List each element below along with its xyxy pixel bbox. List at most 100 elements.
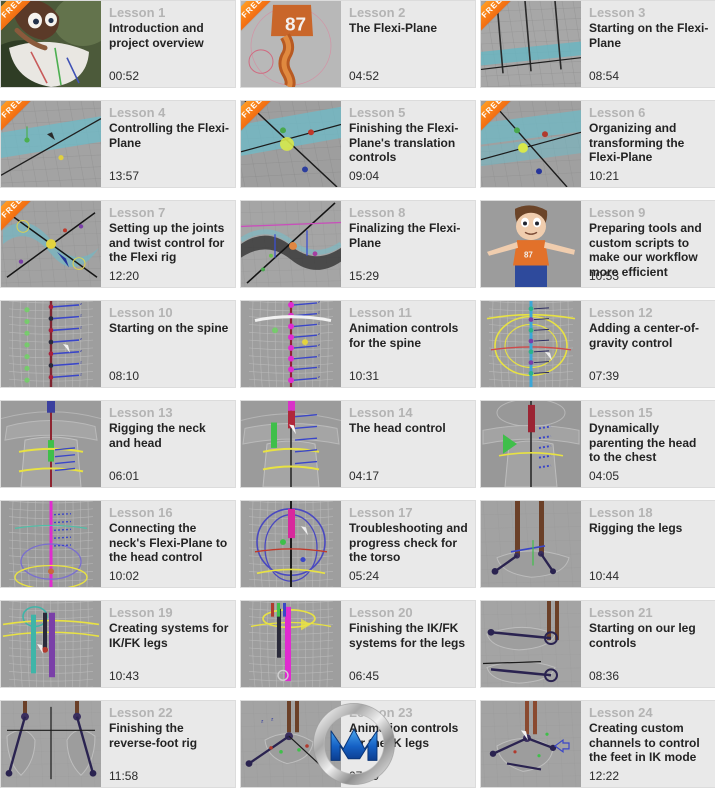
- lesson-title[interactable]: Introduction and project overview: [109, 21, 229, 50]
- lesson-card[interactable]: FREE Lesson 4 Controlling the Flexi-Plane 1…: [0, 100, 236, 188]
- lesson-card[interactable]: FREE Lesson 1 Introduction and project ove…: [0, 0, 236, 88]
- lesson-number: Lesson 13: [109, 405, 173, 420]
- lesson-title[interactable]: Rigging the legs: [589, 521, 709, 536]
- lesson-card[interactable]: Lesson 17 Troubleshooting and progress ch…: [240, 500, 476, 588]
- lesson-duration: 04:52: [349, 69, 380, 83]
- lesson-title[interactable]: Animation controls for the spine: [349, 321, 469, 350]
- lesson-thumbnail: [481, 701, 581, 787]
- lesson-card[interactable]: Lesson 16 Connecting the neck's Flexi-Pla…: [0, 500, 236, 588]
- lesson-card[interactable]: Lesson 21 Starting on our leg controls 08:…: [480, 600, 715, 688]
- lesson-thumbnail: [241, 501, 341, 587]
- lesson-card[interactable]: Lesson 14 The head control 04:17: [240, 400, 476, 488]
- lesson-title[interactable]: Troubleshooting and progress check for t…: [349, 521, 469, 565]
- lesson-duration: 10:53: [589, 269, 620, 283]
- lesson-thumbnail-wrapper[interactable]: [1, 701, 101, 787]
- lesson-card[interactable]: 87 FREE Lesson 2 The Flexi-Plane 04:52: [240, 0, 476, 88]
- lesson-thumbnail-wrapper[interactable]: [241, 601, 341, 687]
- lesson-title[interactable]: Starting on the Flexi-Plane: [589, 21, 709, 50]
- lesson-card[interactable]: Lesson 22 Finishing the reverse-foot rig 1…: [0, 700, 236, 788]
- lesson-thumbnail-wrapper[interactable]: [1, 601, 101, 687]
- lesson-title[interactable]: The Flexi-Plane: [349, 21, 469, 36]
- lesson-card[interactable]: FREE Lesson 3 Starting on the Flexi-Plane 0…: [480, 0, 715, 88]
- lesson-number: Lesson 20: [349, 605, 413, 620]
- lesson-title[interactable]: Controlling the Flexi-Plane: [109, 121, 229, 150]
- lesson-thumbnail: zz: [241, 701, 341, 787]
- lesson-title[interactable]: Finishing the Flexi-Plane's translation …: [349, 121, 469, 165]
- lesson-number: Lesson 6: [589, 105, 646, 120]
- lesson-title[interactable]: Adding a center-of-gravity control: [589, 321, 709, 350]
- lesson-meta: Lesson 22 Finishing the reverse-foot rig 1…: [101, 701, 235, 787]
- lesson-meta: Lesson 6 Organizing and transforming the …: [581, 101, 715, 187]
- lesson-number: Lesson 24: [589, 705, 653, 720]
- lesson-thumbnail-wrapper[interactable]: [1, 501, 101, 587]
- lesson-duration: 07:39: [589, 369, 620, 383]
- lesson-title[interactable]: Creating custom channels to control the …: [589, 721, 709, 765]
- lesson-thumbnail-wrapper[interactable]: FREE: [241, 101, 341, 187]
- lesson-number: Lesson 2: [349, 5, 406, 20]
- lesson-title[interactable]: Connecting the neck's Flexi-Plane to the…: [109, 521, 229, 565]
- lesson-thumbnail-wrapper[interactable]: FREE: [1, 201, 101, 287]
- lesson-duration: 08:36: [589, 669, 620, 683]
- lesson-card[interactable]: FREE Lesson 5 Finishing the Flexi-Plane's …: [240, 100, 476, 188]
- lesson-thumbnail-wrapper[interactable]: [481, 401, 581, 487]
- lesson-card[interactable]: Lesson 19 Creating systems for IK/FK legs…: [0, 600, 236, 688]
- lesson-card[interactable]: Lesson 18 Rigging the legs 10:44: [480, 500, 715, 588]
- lesson-card[interactable]: Lesson 13 Rigging the neck and head 06:01: [0, 400, 236, 488]
- lesson-title[interactable]: Creating systems for IK/FK legs: [109, 621, 229, 650]
- lesson-title[interactable]: Finishing the reverse-foot rig: [109, 721, 229, 750]
- lesson-duration: 15:29: [349, 269, 380, 283]
- lesson-thumbnail-wrapper[interactable]: [481, 601, 581, 687]
- lesson-thumbnail-wrapper[interactable]: FREE: [481, 1, 581, 87]
- lesson-card[interactable]: Lesson 12 Adding a center-of-gravity cont…: [480, 300, 715, 388]
- lesson-meta: Lesson 20 Finishing the IK/FK systems for…: [341, 601, 475, 687]
- lesson-thumbnail-wrapper[interactable]: FREE: [1, 101, 101, 187]
- lesson-title[interactable]: Setting up the joints and twist control …: [109, 221, 229, 265]
- svg-text:87: 87: [524, 251, 533, 260]
- lesson-card[interactable]: Lesson 24 Creating custom channels to con…: [480, 700, 715, 788]
- lesson-meta: Lesson 10 Starting on the spine 08:10: [101, 301, 235, 387]
- lesson-title[interactable]: Organizing and transforming the Flexi-Pl…: [589, 121, 709, 165]
- svg-text:z: z: [80, 371, 82, 376]
- lesson-card[interactable]: z z z z z z z z Lesson 11 Animation controls for …: [240, 300, 476, 388]
- lesson-number: Lesson 1: [109, 5, 166, 20]
- lesson-title[interactable]: Starting on our leg controls: [589, 621, 709, 650]
- lesson-title[interactable]: Rigging the neck and head: [109, 421, 229, 450]
- lesson-title[interactable]: The head control: [349, 421, 469, 436]
- lesson-thumbnail-wrapper[interactable]: [481, 301, 581, 387]
- lesson-title[interactable]: Finishing the IK/FK systems for the legs: [349, 621, 469, 650]
- lesson-title[interactable]: Animation controls for the IK legs: [349, 721, 469, 750]
- lesson-thumbnail-wrapper[interactable]: [481, 701, 581, 787]
- lesson-card[interactable]: 87 Lesson 9 Preparing tools and custom scr…: [480, 200, 715, 288]
- lesson-thumbnail-wrapper[interactable]: FREE: [481, 101, 581, 187]
- lesson-card[interactable]: Lesson 20 Finishing the IK/FK systems for…: [240, 600, 476, 688]
- lesson-thumbnail-wrapper[interactable]: [241, 501, 341, 587]
- lesson-duration: 10:44: [589, 569, 620, 583]
- lesson-thumbnail-wrapper[interactable]: 87 FREE: [241, 1, 341, 87]
- lesson-number: Lesson 18: [589, 505, 653, 520]
- lesson-thumbnail-wrapper[interactable]: FREE: [1, 1, 101, 87]
- lesson-duration: 10:43: [109, 669, 140, 683]
- lesson-card[interactable]: Lesson 15 Dynamically parenting the head …: [480, 400, 715, 488]
- svg-text:87: 87: [285, 14, 306, 35]
- lesson-thumbnail-wrapper[interactable]: z z z z z z z: [1, 301, 101, 387]
- lesson-thumbnail-wrapper[interactable]: zzzzzzzz: [241, 301, 341, 387]
- lesson-thumbnail-wrapper[interactable]: zz: [241, 701, 341, 787]
- lesson-card[interactable]: FREE Lesson 6 Organizing and transforming …: [480, 100, 715, 188]
- lesson-thumbnail: [481, 601, 581, 687]
- svg-text:z: z: [318, 374, 320, 379]
- lesson-card[interactable]: z z Lesson 23 Animation controls for the IK…: [240, 700, 476, 788]
- lesson-thumbnail-wrapper[interactable]: 87: [481, 201, 581, 287]
- lesson-thumbnail-wrapper[interactable]: [481, 501, 581, 587]
- lesson-thumbnail: 87: [481, 201, 581, 287]
- lesson-title[interactable]: Dynamically parenting the head to the ch…: [589, 421, 709, 465]
- lesson-card[interactable]: z z z z z z z Lesson 10 Starting on the spine 08:…: [0, 300, 236, 388]
- lesson-thumbnail-wrapper[interactable]: [241, 401, 341, 487]
- lesson-card[interactable]: FREE Lesson 7 Setting up the joints and tw…: [0, 200, 236, 288]
- lesson-thumbnail-wrapper[interactable]: [241, 201, 341, 287]
- lesson-duration: 06:45: [349, 669, 380, 683]
- lesson-title[interactable]: Starting on the spine: [109, 321, 229, 336]
- lesson-title[interactable]: Finalizing the Flexi-Plane: [349, 221, 469, 250]
- lesson-duration: 09:04: [349, 169, 380, 183]
- lesson-thumbnail-wrapper[interactable]: [1, 401, 101, 487]
- lesson-card[interactable]: Lesson 8 Finalizing the Flexi-Plane 15:29: [240, 200, 476, 288]
